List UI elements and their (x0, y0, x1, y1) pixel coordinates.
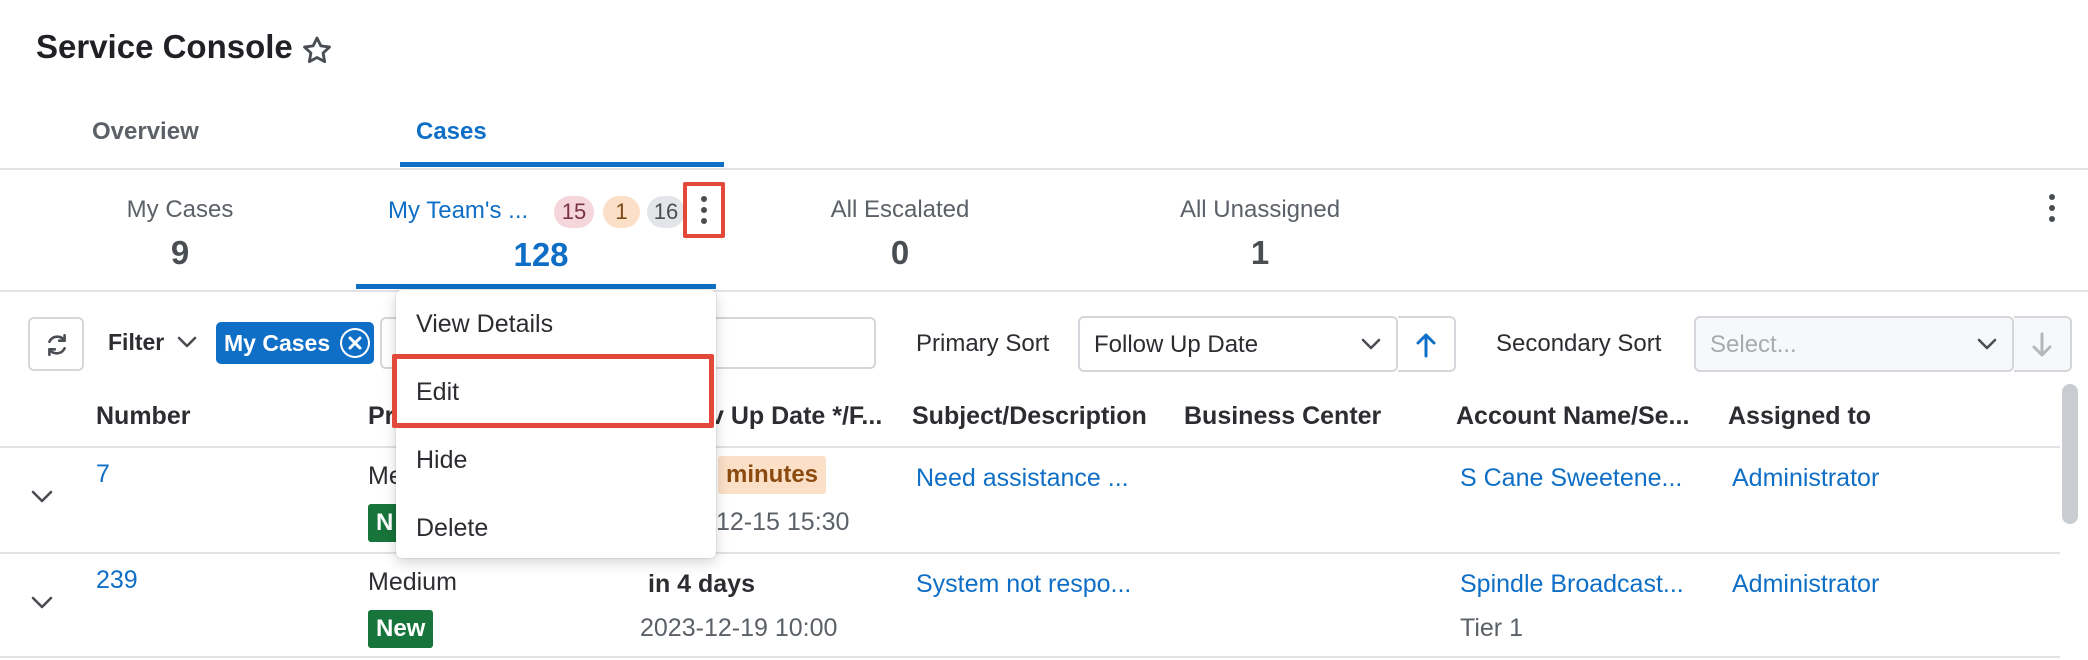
header-divider (0, 446, 2060, 448)
row-divider (0, 656, 2060, 658)
assigned-to-link[interactable]: Administrator (1732, 464, 1879, 493)
queue-label: All Unassigned (1179, 196, 1341, 223)
queue-my-team-count: 128 (513, 236, 569, 273)
column-header-follow-up-date[interactable]: v Up Date */F... (710, 402, 882, 431)
tab-overview[interactable]: Overview (92, 118, 199, 146)
primary-sort-select[interactable]: Follow Up Date (1078, 316, 1398, 372)
other-count-badge: 16 (647, 196, 685, 228)
arrow-down-icon (2032, 332, 2052, 357)
remove-filter-icon[interactable] (340, 328, 370, 358)
tab-cases[interactable]: Cases (416, 118, 487, 146)
due-soon-count-badge: 1 (603, 196, 640, 228)
star-icon[interactable] (300, 34, 334, 68)
secondary-sort-direction-button[interactable] (2014, 316, 2072, 372)
primary-sort-value: Follow Up Date (1094, 331, 1259, 358)
secondary-sort-placeholder: Select... (1710, 331, 1797, 358)
account-link[interactable]: S Cane Sweetene... (1460, 464, 1682, 493)
column-header-account-name[interactable]: Account Name/Se... (1456, 402, 1689, 431)
chevron-down-icon (1360, 336, 1382, 357)
menu-item-delete[interactable]: Delete (416, 514, 488, 543)
queue-label: All Escalated (830, 196, 970, 223)
queues-more-kebab-icon[interactable] (2048, 194, 2056, 227)
menu-item-view-details[interactable]: View Details (416, 310, 553, 339)
refresh-button[interactable] (28, 317, 84, 371)
queue-all-escalated[interactable]: All Escalated 0 (810, 196, 990, 272)
filter-chip[interactable]: My Cases (216, 322, 374, 364)
queue-count: 9 (170, 234, 190, 271)
status-badge: New (368, 610, 434, 648)
row-divider (0, 552, 2060, 554)
column-header-assigned-to[interactable]: Assigned to (1728, 402, 1871, 431)
assigned-to-link[interactable]: Administrator (1732, 570, 1879, 599)
chevron-down-icon[interactable] (176, 334, 198, 355)
menu-item-hide[interactable]: Hide (416, 446, 467, 475)
due-badge: minutes (718, 456, 827, 494)
queue-count: 0 (890, 234, 910, 271)
filter-chip-label: My Cases (224, 330, 331, 356)
chevron-down-icon (1976, 336, 1998, 357)
table-scrollbar[interactable] (2062, 384, 2078, 524)
queue-count: 1 (1250, 234, 1270, 271)
case-number-link[interactable]: 7 (96, 460, 110, 489)
primary-sort-direction-button[interactable] (1398, 316, 1456, 372)
filter-toggle[interactable]: Filter (108, 329, 164, 356)
arrow-up-icon (1416, 333, 1436, 358)
queues-divider (0, 290, 2088, 292)
column-header-priority[interactable]: Pr (368, 402, 394, 431)
column-header-number[interactable]: Number (96, 402, 190, 431)
queue-my-team-label[interactable]: My Team's ... (388, 197, 528, 225)
refresh-icon (48, 333, 66, 357)
active-tab-indicator (400, 162, 724, 167)
secondary-sort-select[interactable]: Select... (1694, 316, 2014, 372)
account-link[interactable]: Spindle Broadcast... (1460, 570, 1684, 599)
queue-actions-kebab-icon[interactable] (700, 196, 708, 229)
overdue-count-badge: 15 (554, 196, 594, 228)
case-priority: Medium (368, 568, 457, 596)
column-header-subject[interactable]: Subject/Description (912, 402, 1147, 431)
secondary-sort-label: Secondary Sort (1496, 330, 1662, 357)
tabs-divider (0, 168, 2088, 170)
case-number-link[interactable]: 239 (96, 566, 138, 595)
page-title: Service Console (36, 28, 293, 65)
edit-highlight-box (392, 354, 714, 428)
queue-label: My Cases (126, 196, 234, 223)
active-queue-indicator (356, 284, 716, 289)
queue-all-unassigned[interactable]: All Unassigned 1 (1160, 196, 1360, 272)
due-text: in 4 days (648, 570, 755, 598)
queue-my-cases[interactable]: My Cases 9 (100, 196, 260, 272)
expand-row-chevron-icon[interactable] (30, 488, 54, 511)
subject-link[interactable]: System not respo... (916, 570, 1131, 599)
follow-up-date: 12-15 15:30 (716, 508, 850, 536)
expand-row-chevron-icon[interactable] (30, 594, 54, 617)
follow-up-date: 2023-12-19 10:00 (640, 614, 838, 642)
primary-sort-label: Primary Sort (916, 330, 1050, 357)
subject-link[interactable]: Need assistance ... (916, 464, 1129, 493)
account-tier: Tier 1 (1460, 614, 1523, 642)
column-header-business-center[interactable]: Business Center (1184, 402, 1381, 431)
